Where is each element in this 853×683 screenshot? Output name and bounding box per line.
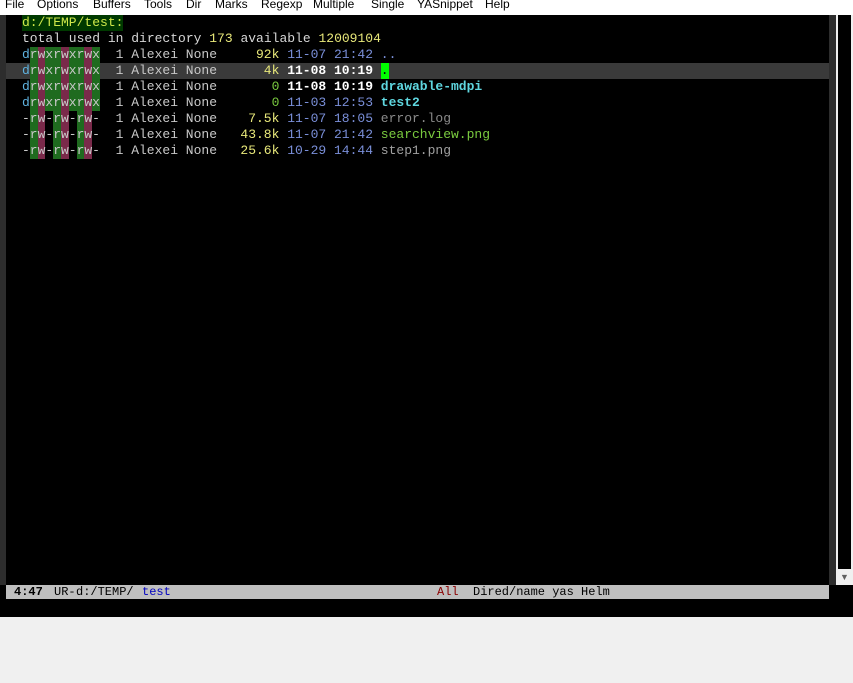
menu-regexp[interactable]: Regexp (261, 0, 302, 11)
menu-yasnippet[interactable]: YASnippet (417, 0, 473, 11)
modeline-scope: All (437, 585, 459, 599)
file-owner: Alexei (131, 143, 178, 158)
file-name[interactable]: searchview.png (381, 127, 490, 143)
file-size: 4k (263, 63, 280, 78)
file-permissions: drwxrwxrwx (22, 95, 100, 111)
mode-line: 4:47 UR- d:/TEMP/ test All Dired/name ya… (6, 585, 829, 599)
file-group: None (185, 111, 218, 126)
modeline-modes[interactable]: Dired/name yas Helm (473, 585, 610, 599)
menu-buffers[interactable]: Buffers (93, 0, 131, 11)
file-owner: Alexei (131, 79, 178, 94)
menu-multiple[interactable]: Multiple (313, 0, 354, 11)
file-size: 92k (256, 47, 280, 62)
file-date: 11-03 12:53 (287, 95, 374, 110)
scrollbar-thumb[interactable] (838, 15, 851, 583)
file-owner: Alexei (131, 47, 178, 62)
file-name[interactable]: step1.png (381, 143, 451, 159)
file-group: None (185, 127, 218, 142)
file-group: None (185, 47, 218, 62)
modeline-path: d:/TEMP/ (76, 585, 134, 599)
file-permissions: -rw-rw-rw- (22, 111, 100, 127)
dired-row[interactable]: drwxrwxrwx 1 Alexei None 0 11-03 12:53 test2 (6, 95, 829, 111)
menu-tools[interactable]: Tools (144, 0, 172, 11)
menu-file[interactable]: File (5, 0, 24, 11)
file-date: 10-29 14:44 (287, 143, 374, 158)
file-group: None (185, 79, 218, 94)
dired-row[interactable]: drwxrwxrwx 1 Alexei None 92k 11-07 21:42.. (6, 47, 829, 63)
file-permissions: drwxrwxrwx (22, 47, 100, 63)
file-group: None (185, 95, 218, 110)
file-name[interactable]: .. (381, 47, 397, 63)
file-date: 11-08 10:19 (287, 63, 374, 78)
dired-row[interactable]: drwxrwxrwx 1 Alexei None 4k 11-08 10:19. (6, 63, 829, 79)
file-date: 11-08 10:19 (287, 79, 374, 94)
link-count: 1 (115, 79, 124, 94)
minibuffer[interactable] (0, 599, 853, 617)
file-owner: Alexei (131, 63, 178, 78)
file-date: 11-07 21:42 (287, 127, 374, 142)
file-name[interactable]: drawable-mdpi (381, 79, 482, 95)
file-name[interactable]: error.log (381, 111, 451, 127)
dired-header-line: d:/TEMP/test: (6, 15, 829, 31)
link-count: 1 (115, 143, 124, 158)
menu-marks[interactable]: Marks (215, 0, 248, 11)
right-fringe (829, 15, 836, 585)
file-permissions: -rw-rw-rw- (22, 143, 100, 159)
file-permissions: drwxrwxrwx (22, 79, 100, 95)
total-used-value: 173 (209, 31, 233, 46)
dired-buffer[interactable]: d:/TEMP/test: total used in directory 17… (6, 15, 829, 585)
scroll-down-arrow-icon[interactable]: ▼ (836, 569, 853, 585)
file-size: 0 (271, 95, 280, 110)
modeline-buffer-name[interactable]: test (142, 585, 171, 599)
dired-row[interactable]: -rw-rw-rw- 1 Alexei None 7.5k 11-07 18:05 erro… (6, 111, 829, 127)
link-count: 1 (115, 63, 124, 78)
dired-row[interactable]: drwxrwxrwx 1 Alexei None 0 11-08 10:19 drawabl… (6, 79, 829, 95)
dired-row[interactable]: -rw-rw-rw- 1 Alexei None 25.6k 10-29 14:44 ste… (6, 143, 829, 159)
menu-bar: File Options Buffers Tools Dir Marks Reg… (0, 0, 853, 15)
modeline-state: UR- (54, 585, 76, 599)
file-size: 25.6k (240, 143, 280, 158)
file-size: 43.8k (240, 127, 280, 142)
file-group: None (185, 143, 218, 158)
file-name[interactable]: . (380, 63, 389, 79)
link-count: 1 (115, 95, 124, 110)
dired-total-line: total used in directory 173 available 12… (6, 31, 829, 47)
menu-options[interactable]: Options (37, 0, 78, 11)
dired-row[interactable]: -rw-rw-rw- 1 Alexei None 43.8k 11-07 21:42 sea… (6, 127, 829, 143)
link-count: 1 (115, 127, 124, 142)
menu-dir[interactable]: Dir (186, 0, 201, 11)
file-owner: Alexei (131, 127, 178, 142)
dired-header: d:/TEMP/test: (22, 15, 124, 31)
file-date: 11-07 21:42 (287, 47, 374, 62)
file-owner: Alexei (131, 95, 178, 110)
available-label: available (232, 31, 319, 46)
modeline-position: 4:47 (14, 585, 43, 599)
file-permissions: -rw-rw-rw- (22, 127, 100, 143)
file-permissions: drwxrwxrwx (22, 63, 100, 79)
link-count: 1 (115, 47, 124, 62)
link-count: 1 (115, 111, 124, 126)
file-size: 7.5k (248, 111, 280, 126)
available-value: 12009104 (318, 31, 381, 46)
file-date: 11-07 18:05 (287, 111, 374, 126)
total-prefix: total used in directory (22, 31, 210, 46)
menu-help[interactable]: Help (485, 0, 510, 11)
file-name[interactable]: test2 (381, 95, 420, 111)
file-owner: Alexei (131, 111, 178, 126)
file-size: 0 (271, 79, 280, 94)
menu-single[interactable]: Single (371, 0, 404, 11)
file-group: None (185, 63, 218, 78)
